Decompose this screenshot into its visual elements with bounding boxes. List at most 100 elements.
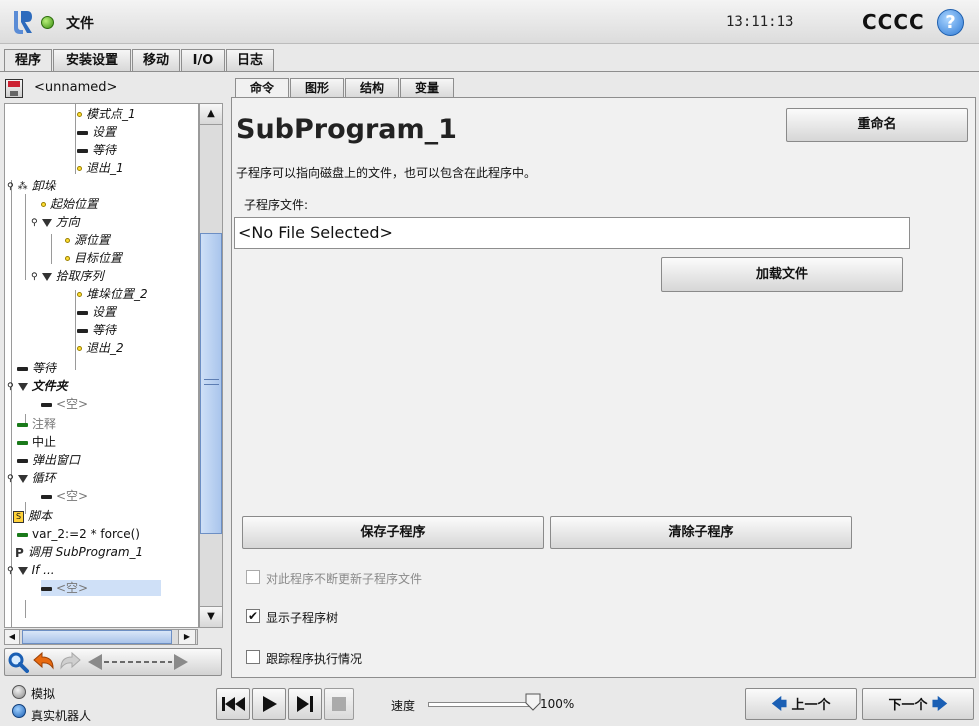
subprogram-file-field[interactable]: <No File Selected>: [234, 217, 910, 249]
command-icon: [77, 310, 88, 315]
tree-node[interactable]: P 调用 SubProgram_1: [15, 544, 143, 560]
tree-node[interactable]: 退出_1: [77, 160, 124, 176]
waypoint-icon: [77, 112, 82, 117]
scroll-up-icon[interactable]: ▲: [199, 103, 223, 125]
save-program-icon[interactable]: [5, 79, 23, 98]
tree-node[interactable]: ⚲ ⁂ 卸垛: [7, 178, 56, 194]
show-tree-checkbox[interactable]: ✔: [246, 609, 260, 623]
collapse-toggle-icon[interactable]: ⚲: [7, 379, 14, 395]
help-icon[interactable]: ?: [937, 9, 964, 36]
tree-node[interactable]: ⚲ 循环: [7, 470, 56, 486]
tree-node[interactable]: 等待: [77, 142, 116, 158]
folder-icon: [41, 218, 52, 227]
tree-node[interactable]: 注释: [17, 416, 56, 432]
tree-node[interactable]: 模式点_1: [77, 106, 136, 122]
speed-slider[interactable]: [428, 702, 536, 707]
subtab-graphics[interactable]: 图形: [290, 78, 344, 98]
tree-node[interactable]: var_2:=2 * force(): [17, 526, 140, 542]
real-robot-radio[interactable]: [12, 704, 26, 718]
subtab-variables[interactable]: 变量: [400, 78, 454, 98]
file-menu[interactable]: 文件: [66, 13, 94, 33]
page-title: SubProgram_1: [236, 114, 457, 145]
tab-log[interactable]: 日志: [226, 49, 274, 71]
command-icon: [77, 328, 88, 333]
tab-move[interactable]: 移动: [132, 49, 180, 71]
tree-node[interactable]: 弹出窗口: [17, 452, 80, 468]
program-tree[interactable]: 模式点_1 设置 等待 退出_1 ⚲ ⁂ 卸垛 起始位置 ⚲ 方向 源位置 目标位置 …: [4, 103, 199, 628]
search-icon[interactable]: [7, 651, 29, 673]
tree-node[interactable]: 等待: [17, 360, 56, 376]
robot-status-icon: [41, 16, 54, 29]
tree-node[interactable]: 源位置: [65, 232, 110, 248]
tree-node[interactable]: 堆垛位置_2: [77, 286, 148, 302]
move-node-arrows-icon[interactable]: [86, 652, 190, 672]
waypoint-icon: [41, 202, 46, 207]
redo-icon[interactable]: [58, 651, 82, 673]
tree-node[interactable]: 等待: [77, 322, 116, 338]
pallet-icon: ⁂: [17, 180, 28, 192]
skip-to-start-button[interactable]: [216, 688, 250, 720]
previous-button[interactable]: 🡄 上一个: [745, 688, 857, 720]
command-icon: [17, 422, 28, 427]
tree-node[interactable]: ⚲ 文件夹: [7, 378, 68, 394]
collapse-toggle-icon[interactable]: ⚲: [31, 215, 38, 231]
tree-node[interactable]: 设置: [77, 304, 116, 320]
tree-node[interactable]: ⚲ 拾取序列: [31, 268, 104, 284]
speed-slider-knob[interactable]: [525, 693, 541, 711]
step-button[interactable]: [288, 688, 322, 720]
tree-node[interactable]: 退出_2: [77, 340, 124, 356]
play-icon: [263, 696, 277, 712]
tab-program[interactable]: 程序: [4, 49, 52, 72]
real-robot-label: 真实机器人: [31, 709, 92, 723]
tree-node[interactable]: ⚲ If ...: [7, 562, 55, 578]
keep-updated-checkbox[interactable]: [246, 570, 260, 584]
command-icon: [41, 494, 52, 499]
stop-button[interactable]: [324, 688, 354, 720]
tab-io[interactable]: I/O: [181, 49, 225, 71]
tree-node[interactable]: 目标位置: [65, 250, 122, 266]
collapse-toggle-icon[interactable]: ⚲: [7, 179, 14, 195]
tree-node[interactable]: <空>: [41, 396, 88, 412]
tree-node[interactable]: 起始位置: [41, 196, 98, 212]
rename-button[interactable]: 重命名: [786, 108, 968, 142]
horizontal-scrollbar-thumb[interactable]: [22, 630, 172, 644]
title-bar: [0, 0, 979, 44]
save-subprogram-button[interactable]: 保存子程序: [242, 516, 544, 549]
command-icon: [77, 130, 88, 135]
tree-node[interactable]: ⚲ 方向: [31, 214, 80, 230]
scrollbar-thumb[interactable]: [200, 233, 222, 534]
collapse-toggle-icon[interactable]: ⚲: [7, 471, 14, 487]
load-file-button[interactable]: 加载文件: [661, 257, 903, 292]
subtab-command[interactable]: 命令: [235, 78, 289, 99]
command-icon: [17, 532, 28, 537]
next-button[interactable]: 下一个 🡆: [862, 688, 974, 720]
robot-name: CCCC: [862, 10, 925, 34]
undo-icon[interactable]: [32, 651, 56, 673]
collapse-toggle-icon[interactable]: ⚲: [7, 563, 14, 579]
scroll-right-icon[interactable]: ▶: [178, 629, 196, 645]
folder-icon: [17, 474, 28, 483]
clear-subprogram-button[interactable]: 清除子程序: [550, 516, 852, 549]
tree-node[interactable]: 中止: [17, 434, 56, 450]
subtab-structure[interactable]: 结构: [345, 78, 399, 98]
scroll-down-icon[interactable]: ▼: [199, 606, 223, 628]
track-execution-label: 跟踪程序执行情况: [266, 652, 363, 666]
scroll-left-icon[interactable]: ◀: [4, 629, 20, 645]
subprogram-file-label: 子程序文件:: [244, 198, 309, 212]
collapse-toggle-icon[interactable]: ⚲: [31, 269, 38, 285]
waypoint-icon: [65, 256, 70, 261]
command-panel: [231, 97, 976, 678]
track-execution-checkbox[interactable]: [246, 650, 260, 664]
simulation-radio[interactable]: [12, 685, 26, 699]
simulation-label: 模拟: [31, 687, 56, 701]
tree-node[interactable]: 设置: [77, 124, 116, 140]
tree-node[interactable]: S 脚本: [13, 508, 52, 524]
tree-node-selected[interactable]: <空>: [41, 580, 161, 596]
tab-installation[interactable]: 安装设置: [53, 49, 131, 71]
stop-icon: [332, 697, 346, 711]
command-icon: [17, 440, 28, 445]
arrow-left-icon: 🡄: [771, 695, 787, 713]
tree-node[interactable]: <空>: [41, 488, 88, 504]
play-button[interactable]: [252, 688, 286, 720]
folder-icon: [17, 382, 28, 391]
